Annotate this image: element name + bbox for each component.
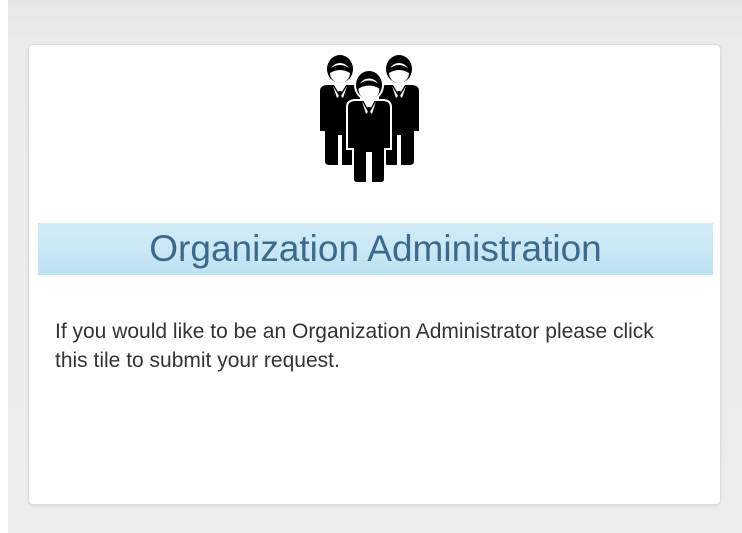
people-group-icon [307, 51, 432, 186]
organization-administration-tile[interactable]: Organization Administration If you would… [28, 44, 721, 505]
tile-title: Organization Administration [149, 228, 602, 269]
tile-description: If you would like to be an Organization … [55, 320, 654, 372]
page-background: Organization Administration If you would… [8, 0, 742, 533]
tile-title-band: Organization Administration [38, 223, 713, 275]
